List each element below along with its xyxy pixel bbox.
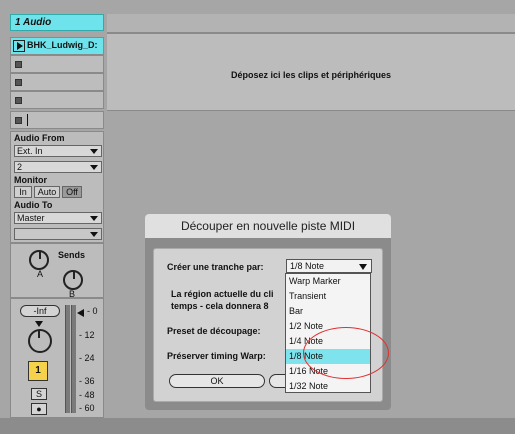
track-name: 1 Audio: [15, 17, 52, 28]
pan-knob-icon[interactable]: [28, 329, 52, 353]
stop-icon[interactable]: [15, 61, 22, 68]
sends-panel: A Sends B: [10, 243, 104, 299]
output-channel-field[interactable]: [14, 228, 102, 240]
description-line-2: temps - cela donnera 8: [171, 301, 269, 311]
audio-to-select[interactable]: Master: [14, 212, 102, 224]
send-a-label: A: [37, 269, 44, 279]
menu-item-bar[interactable]: Bar: [286, 304, 370, 319]
stop-all-icon[interactable]: [15, 117, 22, 124]
track-title-bar[interactable]: 1 Audio: [10, 14, 104, 31]
arrangement-top-bar: [107, 14, 515, 33]
text-cursor: [27, 114, 28, 126]
monitor-label: Monitor: [14, 175, 47, 185]
clip-play-icon[interactable]: [13, 40, 25, 52]
mixer-panel: -Inf 1 S ● 0 12 24 36 48 60: [10, 298, 104, 418]
send-a-knob-icon[interactable]: [29, 250, 49, 270]
arm-button[interactable]: ●: [31, 403, 47, 415]
device-drop-area[interactable]: Déposez ici les clips et périphériques: [107, 33, 515, 111]
input-channel-select[interactable]: 2: [14, 161, 102, 173]
audio-from-select[interactable]: Ext. In: [14, 145, 102, 157]
audio-to-label: Audio To: [14, 200, 53, 210]
db-scale-60: 60: [79, 403, 95, 413]
monitor-auto-button[interactable]: Auto: [34, 186, 60, 198]
monitor-off-button[interactable]: Off: [62, 186, 82, 198]
level-meter-left: [65, 305, 70, 413]
slicing-preset-label: Preset de découpage:: [167, 326, 261, 336]
dialog-title: Découper en nouvelle piste MIDI: [145, 214, 391, 238]
drop-hint-text: Déposez ici les clips et périphériques: [230, 70, 392, 80]
db-scale-24: 24: [79, 353, 95, 363]
clip-slot-1[interactable]: BHK_Ludwig_D:: [10, 37, 104, 55]
menu-item-warp-marker[interactable]: Warp Marker: [286, 274, 370, 289]
track-activator-button[interactable]: 1: [28, 361, 48, 381]
db-scale-48: 48: [79, 390, 95, 400]
monitor-in-button[interactable]: In: [14, 186, 32, 198]
volume-display[interactable]: -Inf: [20, 305, 60, 317]
fader-pointer-icon[interactable]: [77, 309, 84, 317]
bottom-bar: [0, 418, 515, 434]
clip-name: BHK_Ludwig_D:: [27, 40, 98, 50]
db-scale-36: 36: [79, 376, 95, 386]
audio-from-label: Audio From: [14, 133, 65, 143]
slice-by-label: Créer une tranche par:: [167, 262, 264, 272]
sends-label: Sends: [58, 250, 86, 260]
clip-slot-2[interactable]: [10, 55, 104, 73]
clip-slot-4[interactable]: [10, 91, 104, 109]
io-panel: Audio From Ext. In 2 Monitor In Auto Off…: [10, 131, 104, 243]
description-line-1: La région actuelle du cli: [171, 289, 274, 299]
pan-pointer-icon: [35, 321, 43, 327]
stop-icon[interactable]: [15, 79, 22, 86]
solo-button[interactable]: S: [31, 388, 47, 400]
clip-slot-3[interactable]: [10, 73, 104, 91]
preserve-warp-label: Préserver timing Warp:: [167, 351, 266, 361]
db-scale-0: 0: [87, 306, 98, 316]
clip-stop-row[interactable]: [10, 111, 104, 129]
menu-item-transient[interactable]: Transient: [286, 289, 370, 304]
level-meter-right: [71, 305, 76, 413]
stop-icon[interactable]: [15, 97, 22, 104]
send-b-knob-icon[interactable]: [63, 270, 83, 290]
menu-item-thirty-second-note[interactable]: 1/32 Note: [286, 379, 370, 394]
db-scale-12: 12: [79, 330, 95, 340]
slice-by-select[interactable]: 1/8 Note: [286, 259, 372, 273]
ok-button[interactable]: OK: [169, 374, 265, 388]
annotation-ellipse: [303, 327, 389, 379]
